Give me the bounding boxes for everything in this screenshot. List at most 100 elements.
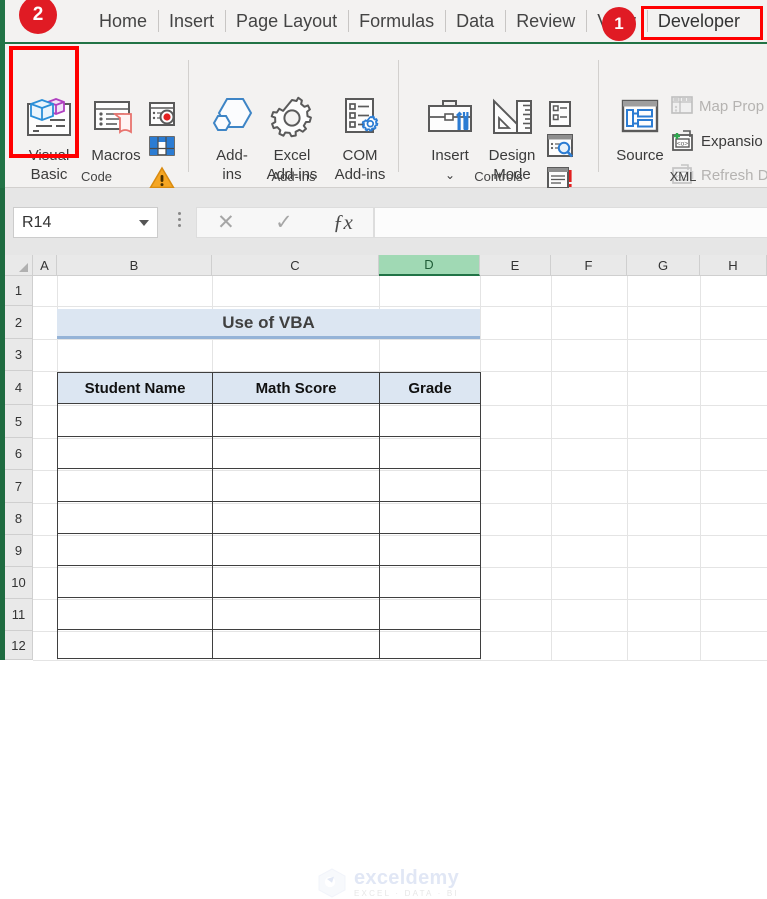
cancel-entry-icon[interactable]: ✕ [217, 210, 235, 235]
watermark-tagline: EXCEL · DATA · BI [354, 889, 459, 898]
table-cell[interactable] [379, 501, 481, 534]
table-cell[interactable] [379, 533, 481, 566]
table-cell[interactable] [57, 403, 213, 437]
table-cell[interactable] [212, 629, 380, 659]
table-cell[interactable] [212, 533, 380, 566]
formula-input[interactable] [374, 207, 767, 238]
table-cell[interactable] [57, 468, 213, 502]
tab-review[interactable]: Review [505, 0, 586, 43]
table-cell[interactable] [212, 468, 380, 502]
column-header-a[interactable]: A [33, 255, 57, 276]
table-cell[interactable] [212, 597, 380, 630]
table-header-cell[interactable]: Math Score [212, 372, 380, 404]
table-row [57, 468, 481, 502]
column-header-g[interactable]: G [627, 255, 700, 276]
ribbon-group-xml: Source Map Prop <o> Expansio <o> Refresh… [599, 44, 767, 188]
excel-addins-label-line1: Excel [273, 147, 311, 164]
table-cell[interactable] [57, 501, 213, 534]
tab-data[interactable]: Data [445, 0, 505, 43]
column-header-e[interactable]: E [480, 255, 551, 276]
column-header-d[interactable]: D [379, 255, 480, 276]
tab-developer[interactable]: Developer [646, 0, 751, 43]
row-header-11[interactable]: 11 [5, 599, 33, 631]
table-row [57, 533, 481, 566]
tab-insert[interactable]: Insert [158, 0, 225, 43]
ribbon-group-code: Visual Basic Macros Code [5, 44, 188, 189]
table-header-row: Student Name Math Score Grade [57, 372, 481, 404]
grip-dot [178, 224, 181, 227]
view-code-icon[interactable] [545, 131, 575, 161]
insert-function-icon[interactable]: ƒx [333, 210, 353, 235]
table-cell[interactable] [57, 533, 213, 566]
table-cell[interactable] [212, 501, 380, 534]
ribbon-body: Visual Basic Macros Code Add- ins Excel … [0, 44, 767, 189]
select-all-corner[interactable] [5, 255, 33, 276]
table-cell[interactable] [379, 436, 481, 469]
name-box[interactable]: R14 [13, 207, 158, 238]
name-box-value: R14 [22, 213, 52, 231]
grid-line-vertical [700, 276, 701, 660]
com-addins-icon [337, 92, 383, 144]
table-cell[interactable] [212, 403, 380, 437]
table-row [57, 501, 481, 534]
spreadsheet-grid: ABCDEFGH 1 2 3 4 5 6 7 8 9 10 11 12 Use of VBA Stud… [0, 255, 767, 898]
formula-bar-grip[interactable] [178, 212, 181, 227]
xml-source-icon [617, 92, 663, 144]
ribbon-group-addins: Add- ins Excel Add-ins COM Add-ins Add-i… [189, 44, 398, 188]
ribbon-group-code-label: Code [80, 169, 113, 184]
confirm-entry-icon[interactable]: ✓ [275, 210, 293, 235]
table-cell[interactable] [379, 629, 481, 659]
table-cell[interactable] [57, 436, 213, 469]
grid-line-vertical [627, 276, 628, 660]
row-header-6[interactable]: 6 [5, 438, 33, 470]
table-cell[interactable] [212, 565, 380, 598]
addins-label-line1: Add- [216, 147, 248, 164]
row-header-9[interactable]: 9 [5, 535, 33, 567]
tab-formulas[interactable]: Formulas [348, 0, 445, 43]
table-cell[interactable] [379, 597, 481, 630]
grip-dot [178, 218, 181, 221]
column-header-row: ABCDEFGH [0, 255, 767, 276]
name-box-dropdown-icon[interactable] [139, 219, 149, 226]
row-header-8[interactable]: 8 [5, 503, 33, 535]
svg-text:<o>: <o> [677, 140, 688, 147]
tab-home[interactable]: Home [88, 0, 158, 43]
table-cell[interactable] [379, 565, 481, 598]
row-header-7[interactable]: 7 [5, 470, 33, 503]
row-header-1[interactable]: 1 [5, 276, 33, 306]
expansion-packs-item[interactable]: <o> Expansio [671, 130, 763, 152]
ribbon-group-controls: Insert ⌄ Design Mode Controls [399, 44, 598, 189]
table-cell[interactable] [212, 436, 380, 469]
row-header-2[interactable]: 2 [5, 306, 33, 339]
table-cell[interactable] [379, 403, 481, 437]
macros-button[interactable]: Macros [79, 92, 153, 165]
macros-icon [93, 92, 139, 144]
use-relative-references-icon[interactable] [147, 131, 177, 161]
title-banner-cell[interactable]: Use of VBA [57, 309, 480, 339]
row-header-12[interactable]: 12 [5, 631, 33, 660]
column-header-f[interactable]: F [551, 255, 627, 276]
properties-icon[interactable] [545, 99, 575, 129]
table-cell[interactable] [379, 468, 481, 502]
table-header-cell[interactable]: Student Name [57, 372, 213, 404]
table-header-cell[interactable]: Grade [379, 372, 481, 404]
column-header-c[interactable]: C [212, 255, 379, 276]
xml-source-button[interactable]: Source [603, 92, 677, 165]
tab-page-layout[interactable]: Page Layout [225, 0, 348, 43]
row-header-10[interactable]: 10 [5, 567, 33, 599]
row-header-4[interactable]: 4 [5, 371, 33, 405]
column-header-h[interactable]: H [700, 255, 767, 276]
exceldemy-logo-icon [318, 868, 346, 898]
map-properties-item: Map Prop [671, 96, 764, 116]
record-macro-icon[interactable] [147, 99, 177, 129]
table-cell[interactable] [57, 565, 213, 598]
row-header-5[interactable]: 5 [5, 405, 33, 438]
column-header-b[interactable]: B [57, 255, 212, 276]
visual-basic-icon [26, 92, 72, 144]
grid-line-horizontal [33, 339, 767, 340]
table-cell[interactable] [57, 629, 213, 659]
row-header-3[interactable]: 3 [5, 339, 33, 371]
table-row [57, 597, 481, 630]
table-cell[interactable] [57, 597, 213, 630]
ribbon-group-controls-label: Controls [474, 169, 523, 184]
